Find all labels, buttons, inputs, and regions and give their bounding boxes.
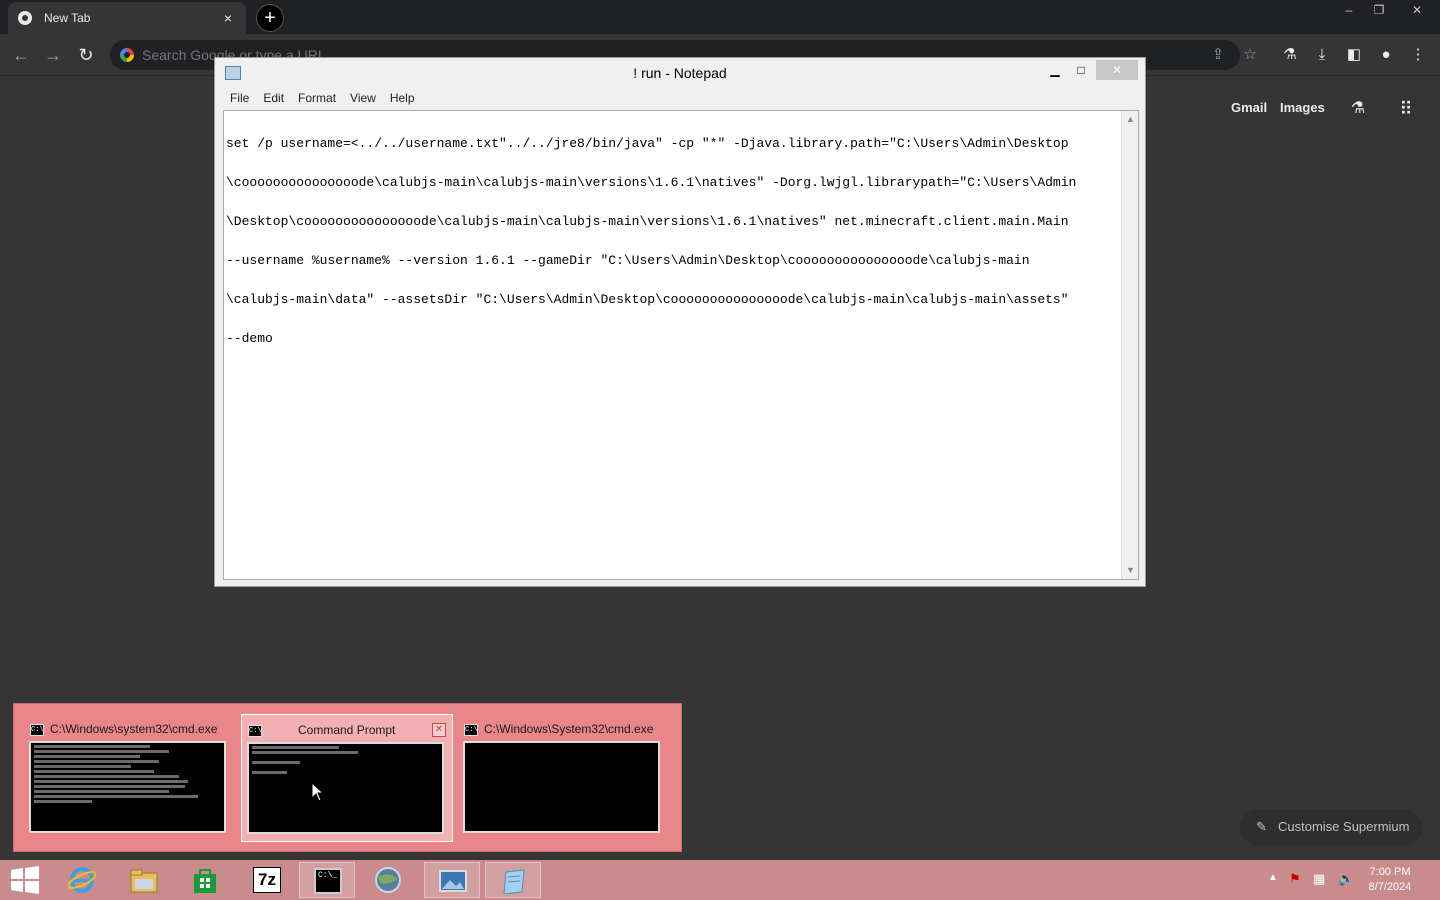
system32-cmd-thumbnail[interactable]: C:\ C:\Windows\System32\cmd.exe [458, 714, 670, 842]
customise-button[interactable]: ✎ Customise Supermium [1240, 809, 1422, 845]
thumbnail-title: Command Prompt [298, 723, 396, 737]
back-icon[interactable]: ← [10, 44, 32, 66]
gmail-link[interactable]: Gmail [1231, 100, 1267, 115]
store-taskbar-item[interactable] [177, 862, 233, 898]
cmd-icon: C:\ [30, 724, 44, 736]
forward-icon[interactable]: → [42, 44, 64, 66]
notepad-scrollbar[interactable]: ▲ ▼ [1121, 111, 1138, 579]
share-icon[interactable]: ⇪ [1207, 44, 1229, 66]
thumbnail-preview [463, 741, 660, 833]
customise-label: Customise Supermium [1278, 819, 1410, 834]
cmd-icon: C:\_ [314, 868, 342, 894]
cmd-icon: C:\ [464, 724, 478, 736]
folder-icon [130, 869, 158, 893]
command-prompt-taskbar-item[interactable]: C:\_ [299, 862, 355, 898]
text-line: set /p username=<../../username.txt"../.… [226, 136, 1069, 151]
menu-edit[interactable]: Edit [256, 88, 291, 108]
window-controls: – ❐ ✕ [1334, 0, 1440, 22]
notepad-maximize-button[interactable]: □ [1071, 60, 1091, 80]
scroll-up-icon[interactable]: ▲ [1122, 111, 1139, 128]
7zip-taskbar-item[interactable]: 7z [239, 862, 295, 898]
store-bag-icon [194, 869, 216, 893]
notepad-text-area[interactable]: set /p username=<../../username.txt"../.… [223, 110, 1139, 580]
menu-help[interactable]: Help [383, 88, 422, 108]
scroll-down-icon[interactable]: ▼ [1122, 562, 1139, 579]
notepad-icon [503, 869, 525, 894]
clock-date: 8/7/2024 [1368, 881, 1412, 893]
command-prompt-thumbnail[interactable]: C:\ Command Prompt ✕ [241, 714, 453, 842]
notepad-window: ! run - Notepad ▁ □ ✕ File Edit Format V… [214, 57, 1146, 587]
notepad-titlebar[interactable]: ! run - Notepad ▁ □ ✕ [215, 58, 1145, 88]
profile-icon[interactable]: ● [1375, 44, 1397, 66]
notepad-title: ! run - Notepad [633, 65, 727, 81]
side-panel-icon[interactable]: ◧ [1343, 44, 1365, 66]
google-icon [120, 48, 134, 62]
photo-viewer-taskbar-item[interactable] [424, 862, 480, 898]
show-hidden-icons-icon[interactable]: ▲ [1268, 872, 1278, 883]
thumbnail-close-icon[interactable]: ✕ [432, 723, 446, 737]
volume-muted-icon[interactable]: 🔈 [1338, 871, 1354, 887]
thumbnail-title: C:\Windows\system32\cmd.exe [50, 722, 218, 736]
tab-strip: New Tab × + – ❐ ✕ [0, 0, 1440, 34]
download-icon[interactable]: ⤓ [1311, 44, 1333, 66]
globe-icon [375, 867, 401, 893]
menu-file[interactable]: File [223, 88, 256, 108]
thumbnail-title: C:\Windows\System32\cmd.exe [484, 722, 654, 736]
notepad-close-button[interactable]: ✕ [1096, 60, 1138, 80]
cmd-thumbnail[interactable]: C:\ C:\Windows\system32\cmd.exe [24, 714, 236, 842]
taskbar-thumbnail-popup: C:\ C:\Windows\system32\cmd.exe C:\ Comm… [13, 703, 682, 852]
notepad-menubar: File Edit Format View Help [223, 88, 422, 108]
notepad-content: set /p username=<../../username.txt"../.… [226, 111, 1116, 371]
text-line: \calubjs-main\data" --assetsDir "C:\User… [226, 292, 1069, 307]
chrome-icon [18, 11, 32, 25]
file-explorer-taskbar-item[interactable] [116, 862, 172, 898]
apps-grid-icon[interactable]: ⠿ [1395, 98, 1417, 120]
start-windows-icon[interactable] [10, 866, 40, 894]
thumbnail-preview [29, 741, 226, 833]
browser-taskbar-item[interactable] [360, 862, 416, 898]
images-link[interactable]: Images [1280, 100, 1325, 115]
menu-kebab-icon[interactable]: ⋮ [1407, 44, 1429, 66]
text-line: --demo [226, 331, 273, 346]
network-icon[interactable]: ▦ [1313, 871, 1325, 887]
thumbnail-preview [247, 742, 444, 834]
menu-format[interactable]: Format [291, 88, 343, 108]
reload-icon[interactable]: ↻ [75, 44, 97, 66]
7zip-icon: 7z [253, 867, 281, 893]
text-line: \Desktop\cooooooooooooooode\calubjs-main… [226, 214, 1069, 229]
windows-taskbar: 7z C:\_ ▲ ⚑ ▦ 🔈 7:00 PM 8/7/2024 [0, 860, 1440, 900]
pencil-icon: ✎ [1256, 819, 1267, 834]
restore-button[interactable]: ❐ [1364, 0, 1394, 20]
labs-flask-icon[interactable]: ⚗ [1347, 98, 1369, 120]
bookmark-star-icon[interactable]: ☆ [1239, 44, 1261, 66]
minimize-button[interactable]: – [1334, 0, 1364, 20]
new-tab-button[interactable]: + [256, 4, 284, 32]
mouse-cursor-icon [311, 782, 325, 802]
clock-time: 7:00 PM [1369, 866, 1411, 878]
menu-view[interactable]: View [343, 88, 383, 108]
close-button[interactable]: ✕ [1394, 0, 1440, 20]
labs-flask-icon[interactable]: ⚗ [1279, 44, 1301, 66]
cmd-icon: C:\ [248, 725, 262, 737]
photo-icon [439, 870, 467, 892]
tab-close-icon[interactable]: × [220, 10, 236, 26]
text-line: \cooooooooooooooode\calubjs-main\calubjs… [226, 175, 1077, 190]
taskbar-clock[interactable]: 7:00 PM 8/7/2024 [1360, 865, 1420, 895]
internet-explorer-icon [68, 867, 96, 893]
tab-title: New Tab [44, 11, 91, 25]
tab-new-tab[interactable]: New Tab × [8, 2, 246, 34]
internet-explorer-taskbar-item[interactable] [54, 862, 110, 898]
notepad-minimize-button[interactable]: ▁ [1045, 60, 1065, 80]
text-line: --username %username% --version 1.6.1 --… [226, 253, 1030, 268]
notepad-taskbar-item[interactable] [485, 862, 541, 898]
action-center-flag-icon[interactable]: ⚑ [1289, 871, 1301, 887]
